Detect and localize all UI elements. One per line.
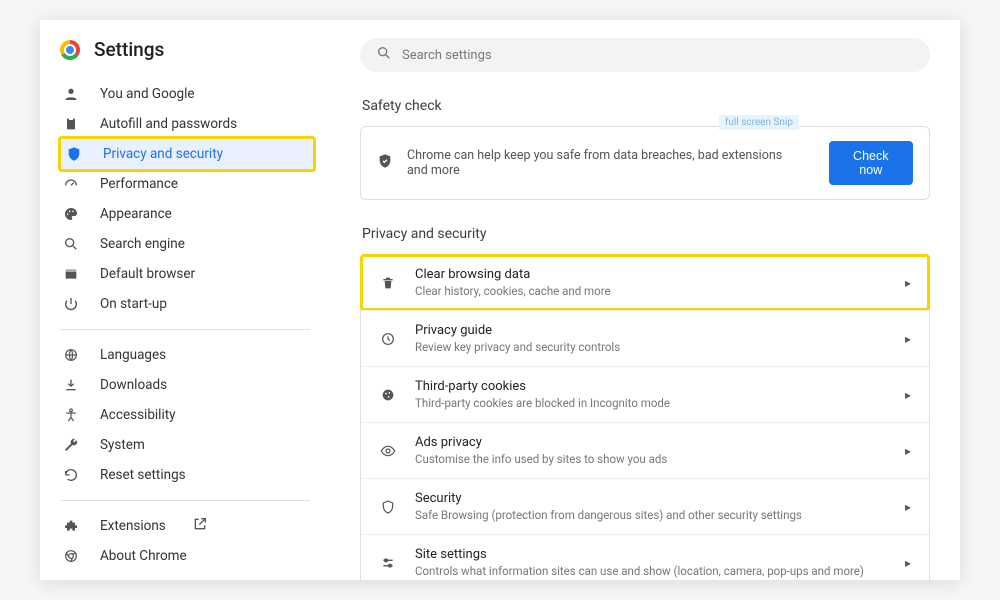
sidebar-item-label: About Chrome — [100, 548, 187, 564]
row-third-party-cookies[interactable]: Third-party cookies Third-party cookies … — [361, 366, 929, 422]
sidebar-item-label: Accessibility — [100, 407, 176, 423]
row-title: Privacy guide — [415, 323, 887, 338]
header: Settings — [40, 38, 330, 79]
sidebar-highlight: Privacy and security — [58, 136, 316, 172]
shield-outline-icon — [379, 499, 397, 515]
sidebar-item-label: Privacy and security — [103, 146, 223, 162]
extension-icon — [62, 518, 80, 534]
palette-icon — [62, 206, 80, 222]
nav-divider — [60, 329, 310, 330]
sidebar-item-autofill[interactable]: Autofill and passwords — [58, 109, 316, 139]
row-privacy-guide[interactable]: Privacy guide Review key privacy and sec… — [361, 310, 929, 366]
wrench-icon — [62, 437, 80, 453]
row-subtitle: Safe Browsing (protection from dangerous… — [415, 508, 887, 522]
download-icon — [62, 377, 80, 393]
speedometer-icon — [62, 176, 80, 192]
sidebar-item-about[interactable]: About Chrome — [58, 541, 316, 571]
sidebar-item-label: Performance — [100, 176, 178, 192]
nav-divider — [60, 500, 310, 501]
row-title: Third-party cookies — [415, 379, 887, 394]
privacy-section-title: Privacy and security — [362, 226, 928, 242]
person-icon — [62, 86, 80, 102]
chevron-right-icon: ▸ — [905, 500, 911, 514]
search-icon — [376, 45, 392, 65]
sidebar-item-accessibility[interactable]: Accessibility — [58, 400, 316, 430]
sidebar: Settings You and Google Autofill and pas… — [40, 20, 330, 580]
safety-card: full screen Snip Chrome can help keep yo… — [360, 126, 930, 200]
browser-icon — [62, 266, 80, 282]
chevron-right-icon: ▸ — [905, 276, 911, 290]
row-subtitle: Controls what information sites can use … — [415, 564, 887, 578]
sliders-icon — [379, 555, 397, 571]
sidebar-item-label: Search engine — [100, 236, 185, 252]
chevron-right-icon: ▸ — [905, 444, 911, 458]
trash-icon — [379, 275, 397, 291]
search-placeholder: Search settings — [402, 48, 492, 63]
sidebar-item-label: Autofill and passwords — [100, 116, 237, 132]
sidebar-item-label: System — [100, 437, 145, 453]
sidebar-item-label: Appearance — [100, 206, 172, 222]
power-icon — [62, 296, 80, 312]
sidebar-item-label: On start-up — [100, 296, 167, 312]
page-title: Settings — [94, 38, 164, 61]
nav-secondary: Languages Downloads Accessibility System… — [40, 340, 330, 490]
sidebar-item-system[interactable]: System — [58, 430, 316, 460]
sidebar-item-on-startup[interactable]: On start-up — [58, 289, 316, 319]
chevron-right-icon: ▸ — [905, 556, 911, 570]
sidebar-item-label: Downloads — [100, 377, 167, 393]
row-clear-browsing-data[interactable]: Clear browsing data Clear history, cooki… — [361, 255, 929, 310]
row-title: Security — [415, 491, 887, 506]
sidebar-item-search-engine[interactable]: Search engine — [58, 229, 316, 259]
snip-badge: full screen Snip — [719, 115, 799, 130]
globe-icon — [62, 347, 80, 363]
row-subtitle: Customise the info used by sites to show… — [415, 452, 887, 466]
row-site-settings[interactable]: Site settings Controls what information … — [361, 534, 929, 580]
cookie-icon — [379, 387, 397, 403]
sidebar-item-performance[interactable]: Performance — [58, 169, 316, 199]
row-title: Ads privacy — [415, 435, 887, 450]
safety-text: Chrome can help keep you safe from data … — [407, 148, 801, 178]
open-in-new-icon — [192, 516, 208, 536]
sidebar-item-extensions[interactable]: Extensions — [58, 511, 316, 541]
privacy-list: Clear browsing data Clear history, cooki… — [360, 254, 930, 580]
shield-check-icon — [377, 153, 393, 173]
row-subtitle: Review key privacy and security controls — [415, 340, 887, 354]
chrome-logo-icon — [60, 40, 80, 60]
sidebar-item-you-and-google[interactable]: You and Google — [58, 79, 316, 109]
shield-icon — [65, 146, 83, 162]
main-content: Search settings Safety check full screen… — [330, 20, 960, 580]
settings-window: Settings You and Google Autofill and pas… — [40, 20, 960, 580]
eye-icon — [379, 443, 397, 459]
sidebar-item-reset[interactable]: Reset settings — [58, 460, 316, 490]
row-title: Site settings — [415, 547, 887, 562]
row-security[interactable]: Security Safe Browsing (protection from … — [361, 478, 929, 534]
chevron-right-icon: ▸ — [905, 332, 911, 346]
sidebar-item-label: Reset settings — [100, 467, 186, 483]
row-ads-privacy[interactable]: Ads privacy Customise the info used by s… — [361, 422, 929, 478]
sidebar-item-default-browser[interactable]: Default browser — [58, 259, 316, 289]
sidebar-item-label: You and Google — [100, 86, 195, 102]
row-title: Clear browsing data — [415, 267, 887, 282]
accessibility-icon — [62, 407, 80, 423]
nav-primary: You and Google Autofill and passwords Pr… — [40, 79, 330, 319]
check-now-button[interactable]: Check now — [829, 141, 913, 185]
chevron-right-icon: ▸ — [905, 388, 911, 402]
sidebar-item-privacy[interactable]: Privacy and security — [61, 139, 313, 169]
safety-section-title: Safety check — [362, 98, 928, 114]
compass-icon — [379, 331, 397, 347]
sidebar-item-label: Default browser — [100, 266, 195, 282]
search-icon — [62, 236, 80, 252]
chrome-outline-icon — [62, 548, 80, 564]
clipboard-icon — [62, 116, 80, 132]
sidebar-item-label: Languages — [100, 347, 166, 363]
sidebar-item-downloads[interactable]: Downloads — [58, 370, 316, 400]
sidebar-item-label: Extensions — [100, 518, 166, 534]
reset-icon — [62, 467, 80, 483]
search-input[interactable]: Search settings — [360, 38, 930, 72]
nav-footer: Extensions About Chrome — [40, 511, 330, 571]
sidebar-item-appearance[interactable]: Appearance — [58, 199, 316, 229]
row-subtitle: Third-party cookies are blocked in Incog… — [415, 396, 887, 410]
row-subtitle: Clear history, cookies, cache and more — [415, 284, 887, 298]
sidebar-item-languages[interactable]: Languages — [58, 340, 316, 370]
